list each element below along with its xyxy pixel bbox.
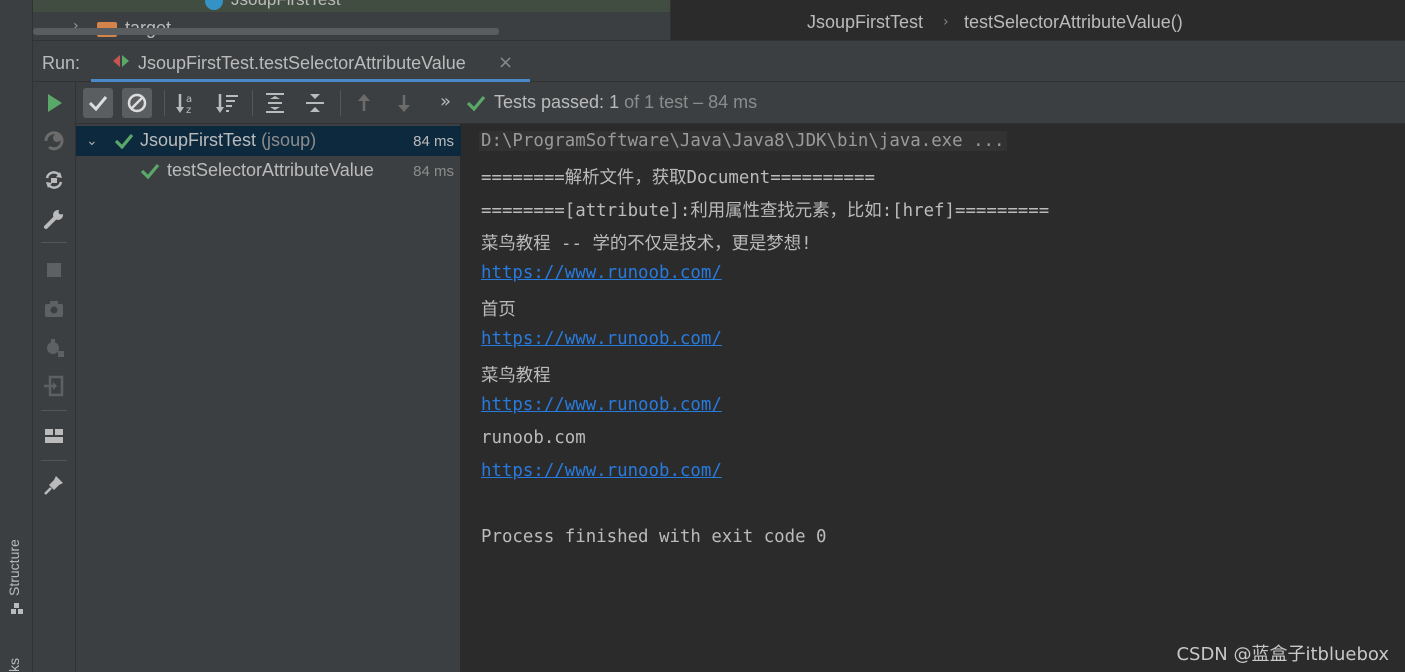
run-tab[interactable]: JsoupFirstTest.testSelectorAttributeValu… — [91, 41, 530, 82]
toolbar-divider — [340, 90, 341, 116]
console-link[interactable]: https://www.runoob.com/ — [481, 461, 722, 481]
sort-alphabetically-button[interactable]: a z — [172, 88, 202, 118]
status-count: 1 — [609, 92, 620, 112]
toolbar-divider — [41, 410, 67, 411]
breadcrumb: JsoupFirstTest › testSelectorAttributeVa… — [670, 0, 1405, 40]
test-class-package: (jsoup) — [261, 130, 317, 150]
expand-all-button[interactable] — [260, 88, 290, 118]
console-line: 菜鸟教程 — [481, 366, 551, 386]
debug-settings-icon[interactable] — [42, 336, 66, 360]
svg-text:z: z — [186, 105, 191, 116]
watermark: CSDN @蓝盒子itbluebox — [1176, 644, 1389, 665]
previous-failed-button[interactable] — [349, 88, 379, 118]
test-duration: 84 ms — [413, 163, 454, 180]
toolbar-divider — [164, 90, 165, 116]
rerun-icon[interactable] — [42, 91, 66, 115]
status-prefix: Tests passed: — [494, 92, 605, 112]
console-line: 首页 — [481, 300, 516, 320]
pin-icon[interactable] — [42, 473, 66, 497]
toolbar-divider — [41, 242, 67, 243]
console-line: ========解析文件，获取Document========== — [481, 168, 875, 188]
console-command-line[interactable]: D:\ProgramSoftware\Java\Java8\JDK\bin\ja… — [479, 131, 1007, 151]
run-panel-header: Run: JsoupFirstTest.testSelectorAttribut… — [33, 40, 1405, 82]
check-icon — [88, 96, 108, 112]
project-file-item[interactable]: JsoupFirstTest — [231, 0, 341, 10]
next-failed-button[interactable] — [389, 88, 419, 118]
sort-alpha-icon: a z — [176, 94, 192, 116]
console-line: 菜鸟教程 -- 学的不仅是技术，更是梦想! — [481, 234, 812, 254]
arrow-up-icon — [358, 94, 370, 111]
console-exit-line: Process finished with exit code 0 — [481, 527, 827, 547]
test-passed-icon — [114, 133, 134, 149]
show-passed-button[interactable] — [83, 88, 113, 118]
arrow-down-icon — [398, 95, 410, 112]
run-label: Run: — [42, 53, 81, 73]
console-output[interactable]: D:\ProgramSoftware\Java\Java8\JDK\bin\ja… — [461, 124, 1405, 672]
test-tree-row-method[interactable]: testSelectorAttributeValue 84 ms — [76, 156, 461, 186]
test-class-label: JsoupFirstTest — [140, 130, 257, 150]
more-actions-button[interactable]: » — [440, 91, 451, 112]
test-status: Tests passed: 1 of 1 test – 84 ms — [494, 92, 757, 113]
console-link[interactable]: https://www.runoob.com/ — [481, 329, 722, 349]
test-class-name: JsoupFirstTest (jsoup) — [140, 130, 316, 151]
svg-text:a: a — [186, 94, 192, 105]
bookmarks-tab[interactable]: ks — [6, 658, 22, 672]
toolbar-divider — [252, 90, 253, 116]
sort-duration-icon — [216, 94, 238, 113]
run-tab-label: JsoupFirstTest.testSelectorAttributeValu… — [138, 53, 466, 73]
project-tree-highlight — [33, 0, 670, 12]
test-passed-icon — [140, 163, 160, 179]
test-tree-row-class[interactable]: ⌄ JsoupFirstTest (jsoup) 84 ms — [76, 126, 461, 156]
console-line: runoob.com — [481, 428, 586, 448]
console-link[interactable]: https://www.runoob.com/ — [481, 395, 722, 415]
show-ignored-button[interactable] — [122, 88, 152, 118]
console-line: ========[attribute]:利用属性查找元素，比如:[href]==… — [481, 201, 1050, 221]
rerun-failed-icon[interactable] — [42, 129, 66, 153]
expand-all-icon — [266, 93, 284, 113]
sort-by-duration-button[interactable] — [212, 88, 242, 118]
structure-tab[interactable]: Structure — [6, 539, 22, 596]
breadcrumb-class[interactable]: JsoupFirstTest — [807, 12, 923, 33]
ignored-icon — [127, 93, 147, 113]
camera-icon[interactable] — [42, 297, 66, 321]
toolbar-divider — [41, 460, 67, 461]
test-method-name: testSelectorAttributeValue — [167, 160, 374, 180]
chevron-down-icon[interactable]: ⌄ — [86, 132, 98, 149]
junit-run-config-icon — [113, 55, 129, 67]
toggle-auto-test-icon[interactable] — [42, 168, 66, 192]
breadcrumb-method[interactable]: testSelectorAttributeValue() — [964, 12, 1183, 33]
test-duration: 84 ms — [413, 133, 454, 150]
project-tree: JsoupFirstTest › target — [33, 0, 670, 40]
status-rest: of 1 test – 84 ms — [624, 92, 758, 112]
run-side-toolbar — [33, 82, 76, 672]
wrench-icon[interactable] — [42, 207, 66, 231]
chevron-right-icon: › — [943, 14, 949, 30]
test-results-tree: ⌄ JsoupFirstTest (jsoup) 84 ms testSelec… — [76, 124, 461, 672]
layout-icon[interactable] — [42, 424, 66, 448]
collapse-all-icon — [306, 94, 324, 112]
horizontal-scrollbar[interactable] — [33, 28, 499, 35]
exit-icon[interactable] — [42, 374, 66, 398]
test-toolbar: a z » Tests passed: 1 of 1 test – 84 ms — [76, 82, 1405, 124]
check-icon — [466, 95, 486, 112]
console-link[interactable]: https://www.runoob.com/ — [481, 263, 722, 283]
structure-icon — [11, 603, 23, 614]
collapse-all-button[interactable] — [300, 88, 330, 118]
close-icon[interactable]: × — [498, 52, 513, 73]
left-tool-strip: Structure ks — [0, 0, 33, 672]
stop-icon[interactable] — [42, 258, 66, 282]
